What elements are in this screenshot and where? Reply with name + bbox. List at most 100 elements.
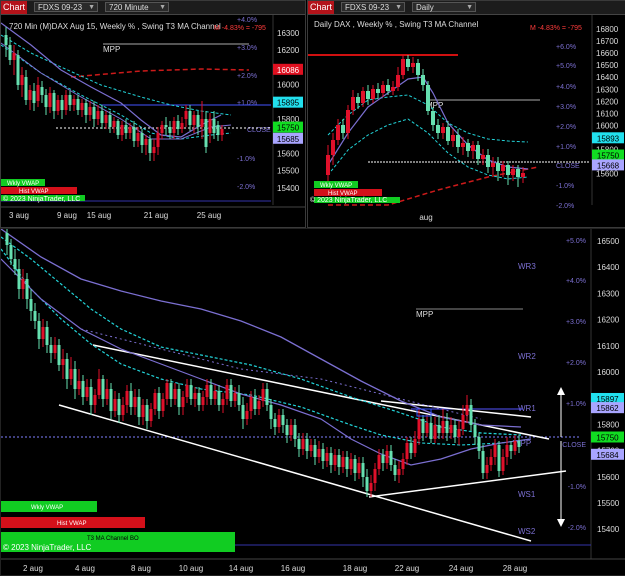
candle [120,125,124,135]
instrument-selector[interactable]: FDXS 09-23 ▼ [341,2,405,12]
candle [425,423,429,433]
candle [429,423,433,439]
candle [333,455,337,465]
candle [41,327,45,339]
chart-panel-720min[interactable]: Chart FDXS 09-23 ▼ 720 Minute ▼ 16300 16200… [0,0,306,228]
candle [406,59,410,67]
percent-tick-label: -1.0% [568,484,586,491]
candle [413,439,417,453]
candle [184,111,188,119]
percent-tick-label: +5.0% [556,63,576,70]
candle [249,397,253,411]
candle [397,469,401,475]
candle [393,465,397,475]
instrument-selector[interactable]: FDXS 09-23 ▼ [34,2,98,12]
candle [81,381,85,397]
legend-channel-label: T3 MA Channel BO [87,536,139,542]
candle [521,173,525,177]
candle [241,405,245,419]
candle [132,127,136,141]
price-tick-label: 16100 [597,342,620,351]
price-tick-label: 16000 [597,368,620,377]
candle [68,95,72,105]
candle [257,401,261,409]
candle [491,163,495,167]
candle [93,395,97,405]
candle [172,121,176,133]
change-readout: M -4.83% = -795 [530,25,582,32]
candle [165,383,169,399]
price-tick-label: 16400 [596,73,619,82]
candle [233,393,237,401]
candle [109,389,113,411]
candle [152,147,156,153]
candle [17,269,21,289]
price-chart[interactable]: 1650016400163001620016100160001590015800… [1,229,625,575]
price-tick-label: 15500 [277,167,300,176]
candle [137,397,141,417]
candle [25,279,29,299]
candle [181,397,185,407]
candle [437,425,441,433]
date-tick-label: 21 aug [144,211,168,220]
price-plot[interactable]: 16800 16700 16600 16500 16400 16300 16200 16100… [308,15,625,227]
candle [125,391,129,405]
candle [509,445,513,451]
candle [108,115,112,127]
legend-hvap-label: Hist VWAP [57,521,86,527]
candle [461,143,465,147]
candle [180,123,184,129]
percent-tick-label: CLOSE [562,442,586,449]
candle [65,359,69,379]
candle [136,133,140,141]
percent-tick-label: -2.0% [237,184,255,191]
candle [185,385,189,397]
candle [331,140,335,155]
candle [476,145,480,159]
candle [20,75,24,85]
candle [121,405,125,415]
candle [481,155,485,159]
candle [112,121,116,127]
candle [497,445,501,471]
candle [301,439,305,449]
candle [453,425,457,437]
candle [477,437,481,451]
price-tick-label: 16500 [597,237,620,246]
price-tick-label: 16500 [596,61,619,70]
mpp-label: MPP [103,45,120,54]
price-plot[interactable]: 1630016200161001600015900158001570015600… [1,15,305,227]
percent-tick-label: -2.0% [568,525,586,532]
candle [313,445,317,457]
candle [13,259,17,269]
interval-label: 720 Minute [109,3,149,12]
percent-tick-label: +2.0% [566,360,586,367]
interval-selector[interactable]: Daily ▼ [412,2,476,12]
candle [144,139,148,145]
candle [88,107,92,115]
candle [305,439,309,451]
candle [361,463,365,477]
candle [168,127,172,133]
price-chart[interactable]: 1630016200161001600015900158001570015600… [1,15,305,227]
candle [225,385,229,399]
interval-selector[interactable]: 720 Minute ▼ [105,2,169,12]
price-tag-cyan: 15895 [277,99,300,108]
candle [4,35,8,45]
candle [97,379,101,395]
candle [457,429,461,437]
close-label: CLOSE [247,127,271,134]
chart-panel-daily[interactable]: Chart FDXS 09-23 ▼ Daily ▼ 16800 16700 16600… [307,0,625,228]
candle [321,449,325,461]
chart-menu-button[interactable]: Chart [308,1,334,14]
percent-tick-label: +4.0% [556,84,576,91]
legend-vwap-label: Wkly VWAP [31,505,63,511]
candle [73,369,77,389]
candle [220,129,224,135]
candle [293,425,297,439]
chart-panel-main[interactable]: 1650016400163001620016100160001590015800… [0,228,625,576]
date-tick-label: 3 aug [9,211,29,220]
candle [409,443,413,453]
price-chart[interactable]: 16800 16700 16600 16500 16400 16300 16200 16100… [308,15,625,227]
chart-menu-button[interactable]: Chart [1,1,27,14]
